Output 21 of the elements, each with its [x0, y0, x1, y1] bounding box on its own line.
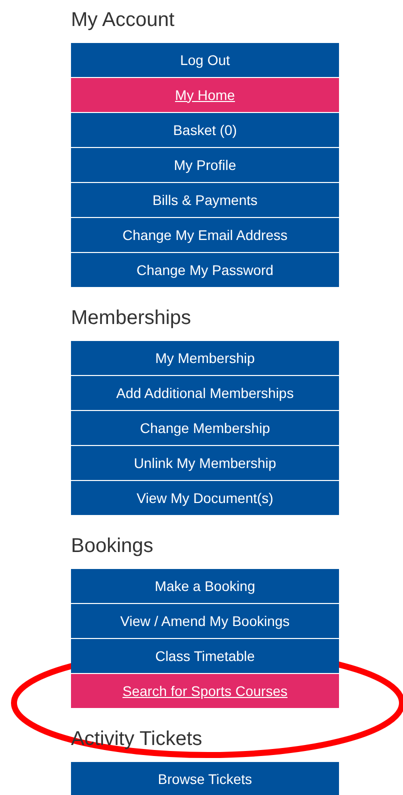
menu-link[interactable]: My Membership — [71, 341, 339, 375]
menu-link[interactable]: View / Amend My Bookings — [71, 604, 339, 638]
section-heading: Bookings — [71, 534, 154, 559]
menu-link[interactable]: Change My Password — [71, 253, 339, 287]
menu-link[interactable]: Change Membership — [71, 411, 339, 445]
section-heading: Memberships — [71, 306, 192, 331]
menu-link[interactable]: Log Out — [71, 43, 339, 77]
menu-link[interactable]: My Profile — [71, 148, 339, 182]
menu-link[interactable]: Class Timetable — [71, 639, 339, 673]
menu-link[interactable]: Unlink My Membership — [71, 446, 339, 480]
section-heading: Activity Tickets — [71, 727, 204, 752]
menu-link[interactable]: My Home — [71, 78, 339, 112]
menu-link[interactable]: Search for Sports Courses — [71, 674, 339, 708]
menu-link[interactable]: Add Additional Memberships — [71, 376, 339, 410]
menu-link[interactable]: View My Document(s) — [71, 481, 339, 515]
section-heading: My Account — [71, 8, 176, 33]
menu-link[interactable]: Basket (0) — [71, 113, 339, 147]
menu-link[interactable]: Change My Email Address — [71, 218, 339, 252]
menu-link[interactable]: Make a Booking — [71, 569, 339, 603]
menu-link[interactable]: Bills & Payments — [71, 183, 339, 217]
menu-link[interactable]: Browse Tickets — [71, 762, 339, 795]
